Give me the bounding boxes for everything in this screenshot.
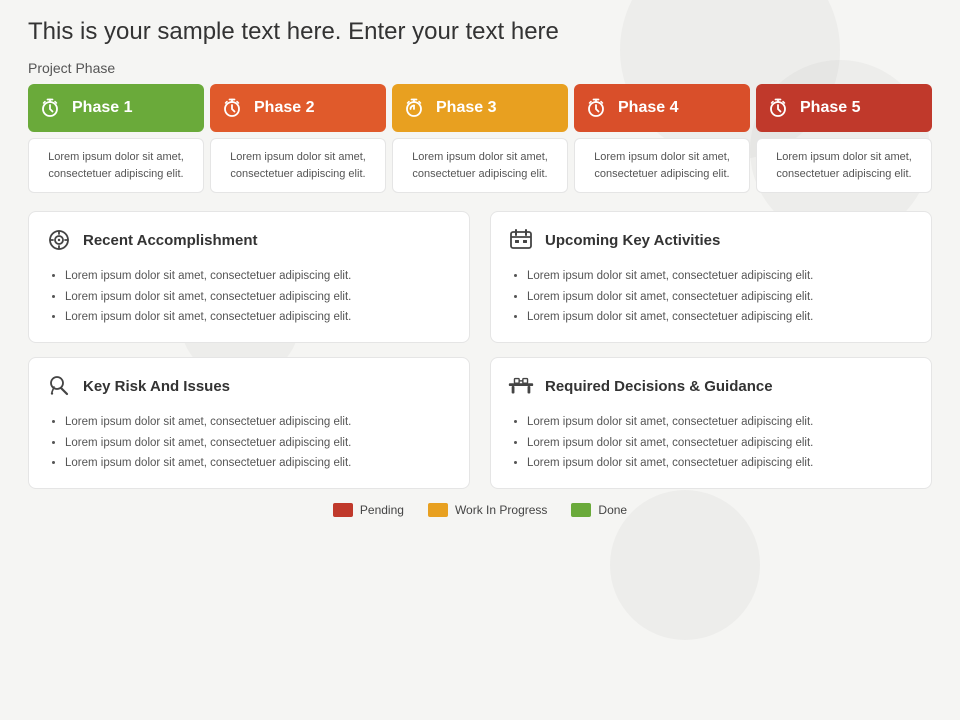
phase-4-desc: Lorem ipsum dolor sit amet, consectetuer… (574, 138, 750, 193)
list-item: Lorem ipsum dolor sit amet, consectetuer… (527, 453, 915, 474)
legend-done: Done (571, 503, 627, 517)
phase-1-label: Phase 1 (72, 99, 132, 117)
list-item: Lorem ipsum dolor sit amet, consectetuer… (527, 412, 915, 433)
phase-1-icon (36, 94, 64, 122)
list-item: Lorem ipsum dolor sit amet, consectetuer… (65, 433, 453, 454)
activities-list: Lorem ipsum dolor sit amet, consectetuer… (507, 266, 915, 328)
phases-row: Phase 1 Phase 2 (28, 84, 932, 132)
list-item: Lorem ipsum dolor sit amet, consectetuer… (65, 453, 453, 474)
phase-5-label: Phase 5 (800, 99, 860, 117)
list-item: Lorem ipsum dolor sit amet, consectetuer… (65, 412, 453, 433)
phase-3-block: Phase 3 (392, 84, 568, 132)
right-column: Upcoming Key Activities Lorem ipsum dolo… (490, 211, 932, 489)
phase-4-label: Phase 4 (618, 99, 678, 117)
legend-wip-label: Work In Progress (455, 503, 547, 517)
decisions-section: Required Decisions & Guidance Lorem ipsu… (490, 357, 932, 489)
accomplishment-section: Recent Accomplishment Lorem ipsum dolor … (28, 211, 470, 343)
phase-4-icon (582, 94, 610, 122)
decisions-list: Lorem ipsum dolor sit amet, consectetuer… (507, 412, 915, 474)
list-item: Lorem ipsum dolor sit amet, consectetuer… (65, 307, 453, 328)
phase-5-desc: Lorem ipsum dolor sit amet, consectetuer… (756, 138, 932, 193)
list-item: Lorem ipsum dolor sit amet, consectetuer… (527, 266, 915, 287)
phase-1-desc: Lorem ipsum dolor sit amet, consectetuer… (28, 138, 204, 193)
list-item: Lorem ipsum dolor sit amet, consectetuer… (65, 266, 453, 287)
phase-desc-row: Lorem ipsum dolor sit amet, consectetuer… (28, 138, 932, 193)
activities-section: Upcoming Key Activities Lorem ipsum dolo… (490, 211, 932, 343)
activities-title: Upcoming Key Activities (545, 232, 720, 249)
phase-5-icon (764, 94, 792, 122)
main-title: This is your sample text here. Enter you… (28, 18, 932, 46)
legend-wip: Work In Progress (428, 503, 547, 517)
accomplishment-list: Lorem ipsum dolor sit amet, consectetuer… (45, 266, 453, 328)
left-column: Recent Accomplishment Lorem ipsum dolor … (28, 211, 470, 489)
list-item: Lorem ipsum dolor sit amet, consectetuer… (527, 287, 915, 308)
bottom-sections: Recent Accomplishment Lorem ipsum dolor … (28, 211, 932, 489)
phase-1-block: Phase 1 (28, 84, 204, 132)
activities-icon (507, 226, 535, 254)
risks-header: Key Risk And Issues (45, 372, 453, 400)
risks-list: Lorem ipsum dolor sit amet, consectetuer… (45, 412, 453, 474)
phase-2-icon (218, 94, 246, 122)
phase-2-block: Phase 2 (210, 84, 386, 132)
decisions-header: Required Decisions & Guidance (507, 372, 915, 400)
legend: Pending Work In Progress Done (28, 503, 932, 517)
phase-3-icon (400, 94, 428, 122)
phase-3-label: Phase 3 (436, 99, 496, 117)
phase-5-block: Phase 5 (756, 84, 932, 132)
decisions-icon (507, 372, 535, 400)
phase-4-block: Phase 4 (574, 84, 750, 132)
risks-icon (45, 372, 73, 400)
legend-wip-box (428, 503, 448, 517)
risks-section: Key Risk And Issues Lorem ipsum dolor si… (28, 357, 470, 489)
accomplishment-header: Recent Accomplishment (45, 226, 453, 254)
list-item: Lorem ipsum dolor sit amet, consectetuer… (527, 307, 915, 328)
legend-pending-label: Pending (360, 503, 404, 517)
legend-done-box (571, 503, 591, 517)
project-phase-label: Project Phase (28, 60, 932, 76)
legend-pending: Pending (333, 503, 404, 517)
legend-pending-box (333, 503, 353, 517)
phase-2-desc: Lorem ipsum dolor sit amet, consectetuer… (210, 138, 386, 193)
legend-done-label: Done (598, 503, 627, 517)
decisions-title: Required Decisions & Guidance (545, 378, 773, 395)
risks-title: Key Risk And Issues (83, 378, 230, 395)
accomplishment-icon (45, 226, 73, 254)
phase-3-desc: Lorem ipsum dolor sit amet, consectetuer… (392, 138, 568, 193)
phase-2-label: Phase 2 (254, 99, 314, 117)
list-item: Lorem ipsum dolor sit amet, consectetuer… (527, 433, 915, 454)
activities-header: Upcoming Key Activities (507, 226, 915, 254)
accomplishment-title: Recent Accomplishment (83, 232, 258, 249)
list-item: Lorem ipsum dolor sit amet, consectetuer… (65, 287, 453, 308)
